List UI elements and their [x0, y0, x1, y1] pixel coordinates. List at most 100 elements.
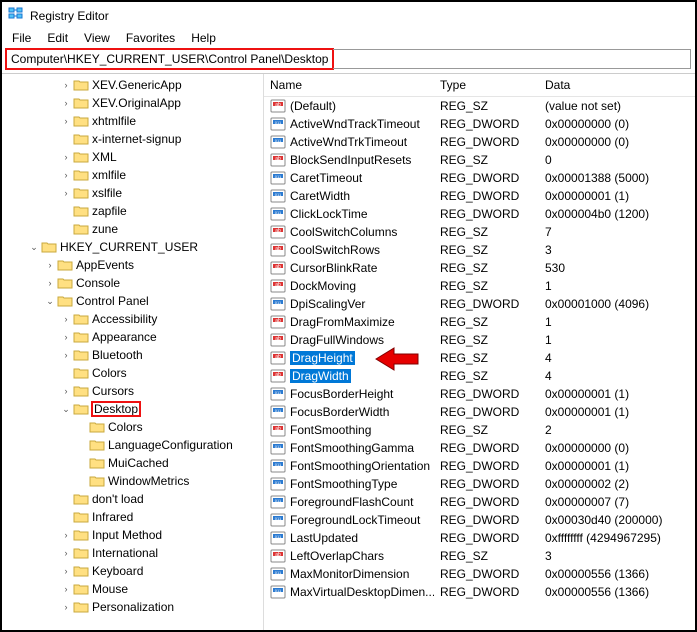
- expand-icon[interactable]: ›: [60, 385, 72, 397]
- list-row[interactable]: DragWidthREG_SZ4: [264, 367, 695, 385]
- list-row[interactable]: CoolSwitchRowsREG_SZ3: [264, 241, 695, 259]
- tree-item[interactable]: ›Console: [4, 274, 263, 292]
- tree-item[interactable]: ⌄Control Panel: [4, 292, 263, 310]
- collapse-icon[interactable]: ⌄: [28, 241, 40, 253]
- expand-icon[interactable]: ›: [44, 277, 56, 289]
- list-row[interactable]: LeftOverlapCharsREG_SZ3: [264, 547, 695, 565]
- list-row[interactable]: CursorBlinkRateREG_SZ530: [264, 259, 695, 277]
- address-bar-rest[interactable]: [333, 49, 691, 69]
- tree-item[interactable]: ⌄Desktop: [4, 400, 263, 418]
- tree-item[interactable]: ›Keyboard: [4, 562, 263, 580]
- tree-item[interactable]: x-internet-signup: [4, 130, 263, 148]
- menu-edit[interactable]: Edit: [47, 31, 68, 45]
- list-row[interactable]: FocusBorderWidthREG_DWORD0x00000001 (1): [264, 403, 695, 421]
- value-type: REG_DWORD: [434, 513, 539, 527]
- list-row[interactable]: ForegroundLockTimeoutREG_DWORD0x00030d40…: [264, 511, 695, 529]
- folder-icon: [89, 474, 105, 488]
- list-row[interactable]: MaxMonitorDimensionREG_DWORD0x00000556 (…: [264, 565, 695, 583]
- menu-view[interactable]: View: [84, 31, 110, 45]
- expand-icon[interactable]: ›: [60, 547, 72, 559]
- col-header-name[interactable]: Name: [264, 74, 434, 96]
- list-row[interactable]: ClickLockTimeREG_DWORD0x000004b0 (1200): [264, 205, 695, 223]
- tree-view[interactable]: ›XEV.GenericApp›XEV.OriginalApp›xhtmlfil…: [2, 74, 264, 630]
- value-name: LastUpdated: [290, 531, 358, 545]
- tree-item[interactable]: ›Bluetooth: [4, 346, 263, 364]
- tree-item[interactable]: ›xslfile: [4, 184, 263, 202]
- value-name: (Default): [290, 99, 336, 113]
- expand-icon[interactable]: ›: [60, 187, 72, 199]
- list-row[interactable]: ActiveWndTrkTimeoutREG_DWORD0x00000000 (…: [264, 133, 695, 151]
- tree-item[interactable]: ›Mouse: [4, 580, 263, 598]
- tree-item[interactable]: ›International: [4, 544, 263, 562]
- expand-icon[interactable]: ›: [60, 115, 72, 127]
- expand-icon[interactable]: ›: [60, 583, 72, 595]
- menu-help[interactable]: Help: [191, 31, 216, 45]
- menu-file[interactable]: File: [12, 31, 31, 45]
- tree-item[interactable]: ›Appearance: [4, 328, 263, 346]
- list-row[interactable]: FontSmoothingREG_SZ2: [264, 421, 695, 439]
- col-header-data[interactable]: Data: [539, 74, 695, 96]
- tree-item[interactable]: ›xmlfile: [4, 166, 263, 184]
- tree-item[interactable]: ›XEV.GenericApp: [4, 76, 263, 94]
- list-row[interactable]: MaxVirtualDesktopDimen...REG_DWORD0x0000…: [264, 583, 695, 601]
- tree-item[interactable]: MuiCached: [4, 454, 263, 472]
- tree-item[interactable]: Colors: [4, 364, 263, 382]
- list-row[interactable]: FontSmoothingOrientationREG_DWORD0x00000…: [264, 457, 695, 475]
- expand-icon[interactable]: ›: [60, 601, 72, 613]
- tree-item[interactable]: Colors: [4, 418, 263, 436]
- list-row[interactable]: FontSmoothingGammaREG_DWORD0x00000000 (0…: [264, 439, 695, 457]
- arrow-annotation: [374, 346, 420, 375]
- address-bar[interactable]: Computer\HKEY_CURRENT_USER\Control Panel…: [6, 49, 333, 69]
- expand-icon[interactable]: ›: [60, 313, 72, 325]
- list-row[interactable]: FocusBorderHeightREG_DWORD0x00000001 (1): [264, 385, 695, 403]
- expand-icon[interactable]: ›: [60, 79, 72, 91]
- collapse-icon[interactable]: ⌄: [60, 403, 72, 415]
- expand-icon[interactable]: ›: [60, 349, 72, 361]
- expand-icon[interactable]: ›: [60, 151, 72, 163]
- list-row[interactable]: DockMovingREG_SZ1: [264, 277, 695, 295]
- tree-item-label: Cursors: [92, 384, 134, 398]
- tree-item[interactable]: zune: [4, 220, 263, 238]
- list-row[interactable]: (Default)REG_SZ(value not set): [264, 97, 695, 115]
- list-view[interactable]: Name Type Data (Default)REG_SZ(value not…: [264, 74, 695, 630]
- tree-item[interactable]: ›AppEvents: [4, 256, 263, 274]
- tree-item[interactable]: WindowMetrics: [4, 472, 263, 490]
- list-row[interactable]: LastUpdatedREG_DWORD0xffffffff (42949672…: [264, 529, 695, 547]
- tree-item[interactable]: LanguageConfiguration: [4, 436, 263, 454]
- list-row[interactable]: DragHeightREG_SZ4: [264, 349, 695, 367]
- expand-icon[interactable]: ›: [60, 565, 72, 577]
- expand-icon[interactable]: ›: [60, 331, 72, 343]
- tree-item[interactable]: ›Accessibility: [4, 310, 263, 328]
- tree-item-label: Personalization: [92, 600, 174, 614]
- tree-item[interactable]: ›Input Method: [4, 526, 263, 544]
- menu-favorites[interactable]: Favorites: [126, 31, 175, 45]
- tree-item[interactable]: Infrared: [4, 508, 263, 526]
- list-row[interactable]: CaretWidthREG_DWORD0x00000001 (1): [264, 187, 695, 205]
- collapse-icon[interactable]: ⌄: [44, 295, 56, 307]
- tree-item[interactable]: › Cursors: [4, 382, 263, 400]
- list-row[interactable]: CaretTimeoutREG_DWORD0x00001388 (5000): [264, 169, 695, 187]
- tree-item[interactable]: zapfile: [4, 202, 263, 220]
- tree-item[interactable]: ›xhtmlfile: [4, 112, 263, 130]
- tree-item[interactable]: ›XML: [4, 148, 263, 166]
- dword-value-icon: [270, 459, 286, 473]
- expand-icon[interactable]: ›: [60, 97, 72, 109]
- list-row[interactable]: CoolSwitchColumnsREG_SZ7: [264, 223, 695, 241]
- col-header-type[interactable]: Type: [434, 74, 539, 96]
- tree-item[interactable]: don't load: [4, 490, 263, 508]
- value-type: REG_DWORD: [434, 495, 539, 509]
- list-row[interactable]: DragFullWindowsREG_SZ1: [264, 331, 695, 349]
- tree-item[interactable]: ›XEV.OriginalApp: [4, 94, 263, 112]
- tree-item[interactable]: › Personalization: [4, 598, 263, 616]
- tree-item[interactable]: ⌄HKEY_CURRENT_USER: [4, 238, 263, 256]
- list-row[interactable]: FontSmoothingTypeREG_DWORD0x00000002 (2): [264, 475, 695, 493]
- expand-icon[interactable]: ›: [44, 259, 56, 271]
- expand-icon[interactable]: ›: [60, 529, 72, 541]
- expand-icon[interactable]: ›: [60, 169, 72, 181]
- list-row[interactable]: BlockSendInputResetsREG_SZ0: [264, 151, 695, 169]
- list-row[interactable]: ActiveWndTrackTimeoutREG_DWORD0x00000000…: [264, 115, 695, 133]
- list-row[interactable]: DpiScalingVerREG_DWORD0x00001000 (4096): [264, 295, 695, 313]
- folder-icon: [73, 330, 89, 344]
- list-row[interactable]: ForegroundFlashCountREG_DWORD0x00000007 …: [264, 493, 695, 511]
- list-row[interactable]: DragFromMaximizeREG_SZ1: [264, 313, 695, 331]
